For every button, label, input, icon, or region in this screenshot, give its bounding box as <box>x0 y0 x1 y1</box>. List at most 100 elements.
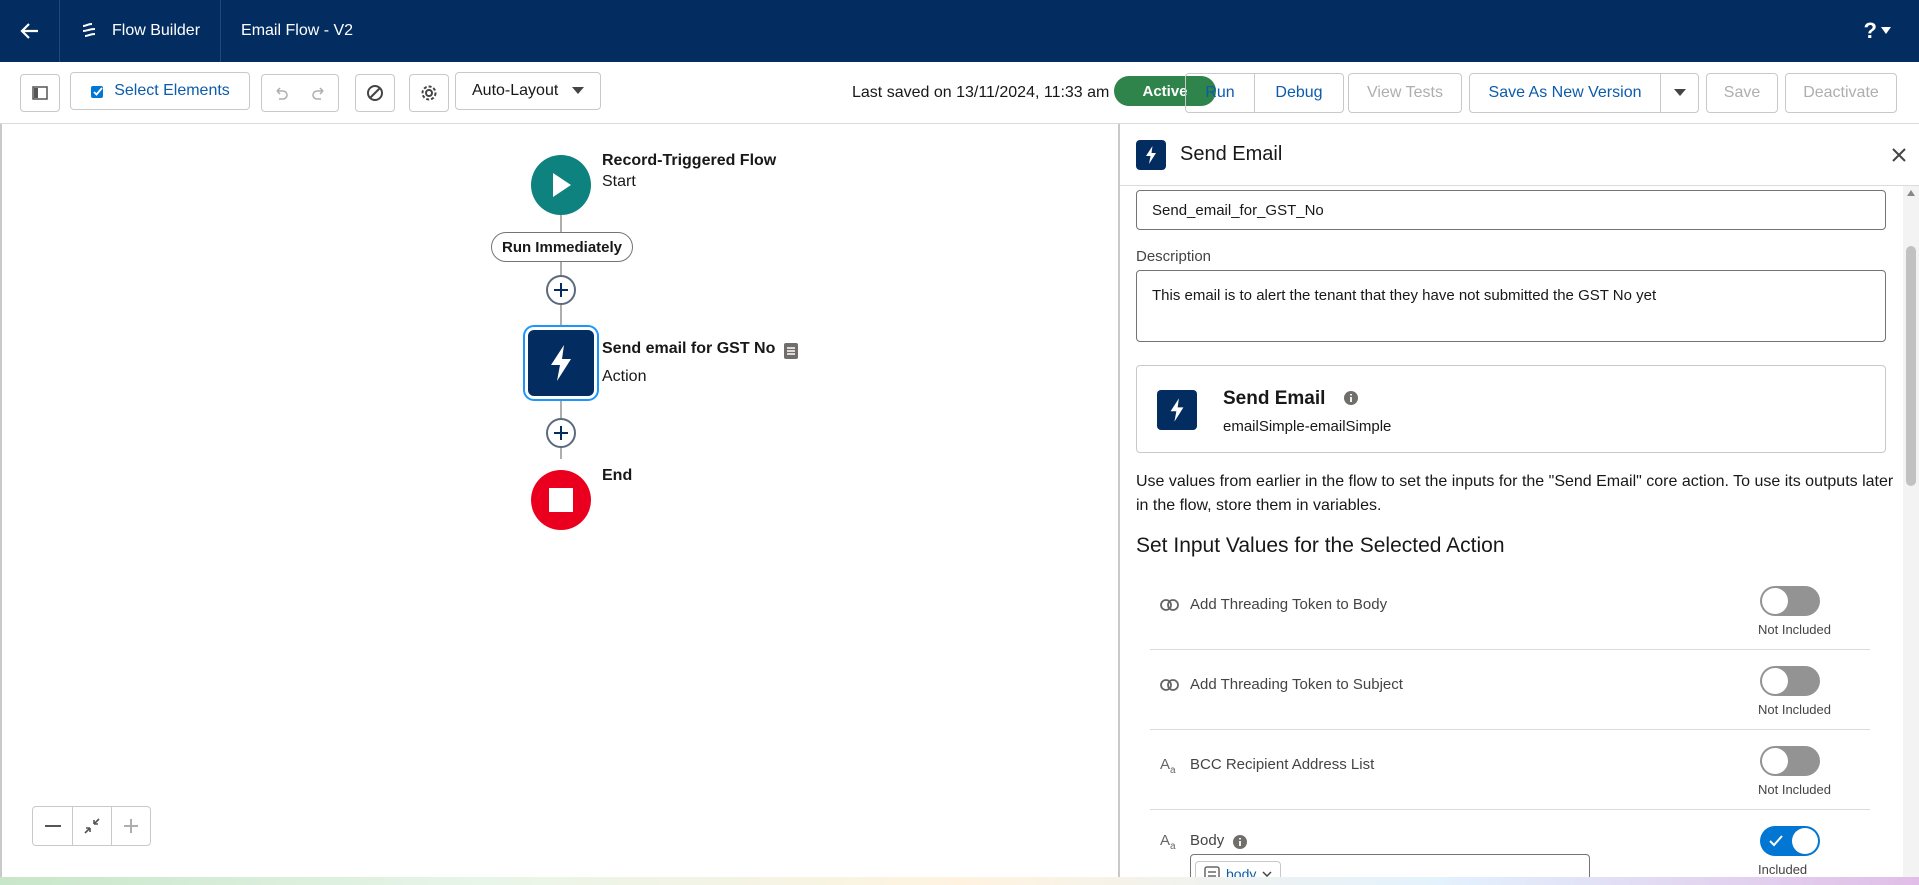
last-saved-text: Last saved on 13/11/2024, 11:33 am <box>852 84 1110 101</box>
lightning-icon <box>1170 398 1184 422</box>
layout-select-value: Auto-Layout <box>472 82 559 99</box>
arrow-left-icon <box>19 23 38 39</box>
param-label: Add Threading Token to Body <box>1190 596 1388 613</box>
close-icon <box>1892 148 1906 162</box>
toggle-toolbox-button[interactable] <box>20 74 60 112</box>
body-resource-input[interactable]: body <box>1190 854 1590 877</box>
toggle-knob <box>1762 748 1788 774</box>
flow-canvas[interactable]: Record-Triggered Flow Start Run Immediat… <box>0 124 1118 877</box>
action-card-icon <box>1157 390 1197 430</box>
add-element-button[interactable] <box>546 418 576 448</box>
panel-scrollbar[interactable] <box>1903 186 1919 877</box>
end-node[interactable] <box>531 470 591 530</box>
add-element-button[interactable] <box>546 275 576 305</box>
start-node-subtitle: Start <box>602 173 636 190</box>
description-icon <box>784 343 798 359</box>
lightning-icon <box>551 345 571 381</box>
scroll-thumb[interactable] <box>1906 246 1916 486</box>
param-row: Aa Body body Included <box>1150 810 1870 877</box>
app-name-area: Flow Builder <box>60 0 222 62</box>
help-menu-button[interactable]: ? <box>1864 18 1891 44</box>
text-icon: Aa <box>1160 756 1176 776</box>
gear-icon <box>421 85 437 101</box>
include-toggle[interactable] <box>1760 746 1820 776</box>
toggle-status-label: Included <box>1758 862 1808 877</box>
include-toggle[interactable] <box>1760 586 1820 616</box>
save-version-group: Save As New Version <box>1469 73 1699 113</box>
toggle-status-label: Not Included <box>1758 622 1831 637</box>
scroll-up-icon[interactable] <box>1907 190 1915 196</box>
action-node[interactable] <box>528 330 594 396</box>
plus-icon <box>124 819 138 833</box>
back-button[interactable] <box>0 0 60 62</box>
view-tests-button[interactable]: View Tests <box>1348 73 1462 113</box>
resource-pill-label: body <box>1226 866 1257 877</box>
panel-left-icon <box>32 86 48 100</box>
app-name: Flow Builder <box>112 22 201 39</box>
select-elements-label: Select Elements <box>114 82 230 99</box>
run-button[interactable]: Run <box>1186 74 1254 112</box>
save-button[interactable]: Save <box>1706 73 1778 113</box>
fit-to-view-button[interactable] <box>72 807 111 845</box>
start-node[interactable] <box>531 155 591 215</box>
zoom-out-button[interactable] <box>33 807 72 845</box>
end-node-title: End <box>602 467 633 484</box>
plus-icon <box>554 426 568 440</box>
toggle-knob <box>1762 668 1788 694</box>
link-icon <box>1160 599 1179 611</box>
settings-button[interactable] <box>409 74 449 112</box>
action-type-icon <box>1136 139 1166 170</box>
param-row: Aa BCC Recipient Address List Not Includ… <box>1150 730 1870 810</box>
zoom-in-button[interactable] <box>111 807 150 845</box>
zoom-controls <box>32 806 151 846</box>
text-icon: Aa <box>1160 832 1176 852</box>
toolbar: Select Elements Auto-Layout Last saved o… <box>0 62 1919 124</box>
start-node-title: Record-Triggered Flow <box>602 152 777 169</box>
help-icon: ? <box>1863 18 1877 43</box>
param-label: Body <box>1190 832 1225 849</box>
description-textarea[interactable]: This email is to alert the tenant that t… <box>1136 270 1886 342</box>
deactivate-button[interactable]: Deactivate <box>1785 73 1897 113</box>
undo-icon[interactable] <box>273 85 289 101</box>
undo-redo-group <box>261 74 339 112</box>
debug-button[interactable]: Debug <box>1254 74 1343 112</box>
lightning-icon <box>1146 145 1156 164</box>
description-label: Description <box>1136 248 1212 265</box>
desktop-strip <box>0 877 1919 885</box>
select-elements-button[interactable]: Select Elements <box>70 72 250 110</box>
help-text: Use values from earlier in the flow to s… <box>1136 473 1894 514</box>
toggle-status-label: Not Included <box>1758 782 1831 797</box>
param-label: Add Threading Token to Subject <box>1190 676 1403 693</box>
cancel-button[interactable] <box>355 74 395 112</box>
plus-icon <box>554 283 568 297</box>
run-immediately-pill[interactable]: Run Immediately <box>491 232 633 262</box>
block-icon <box>367 85 383 101</box>
include-toggle[interactable] <box>1760 826 1820 856</box>
checkbox-icon <box>91 86 104 98</box>
info-icon[interactable] <box>1232 834 1248 850</box>
save-as-new-version-button[interactable]: Save As New Version <box>1470 74 1660 112</box>
toggle-knob <box>1762 588 1788 614</box>
flow-title: Email Flow - V2 <box>241 22 354 39</box>
redo-icon[interactable] <box>311 85 327 101</box>
toggle-status-label: Not Included <box>1758 702 1831 717</box>
action-node-subtitle: Action <box>602 368 647 385</box>
stop-icon <box>549 488 573 512</box>
layout-select[interactable]: Auto-Layout <box>455 72 601 110</box>
save-menu-button[interactable] <box>1660 74 1698 112</box>
resource-pill[interactable]: body <box>1195 861 1282 877</box>
info-icon[interactable] <box>1343 390 1359 406</box>
shrink-icon <box>84 818 100 834</box>
param-label: BCC Recipient Address List <box>1190 756 1375 773</box>
api-name-input[interactable]: Send_email_for_GST_No <box>1136 190 1886 230</box>
resource-icon <box>1204 866 1220 877</box>
chevron-down-icon <box>1673 89 1686 96</box>
panel-header: Send Email <box>1120 124 1919 186</box>
param-row: Add Threading Token to Body Not Included <box>1150 570 1870 650</box>
close-panel-button[interactable] <box>1891 142 1907 170</box>
property-panel: Send Email Send_email_for_GST_No Descrip… <box>1118 124 1919 877</box>
include-toggle[interactable] <box>1760 666 1820 696</box>
param-row: Add Threading Token to Subject Not Inclu… <box>1150 650 1870 730</box>
check-icon <box>1769 835 1783 847</box>
run-debug-group: Run Debug <box>1185 73 1344 113</box>
